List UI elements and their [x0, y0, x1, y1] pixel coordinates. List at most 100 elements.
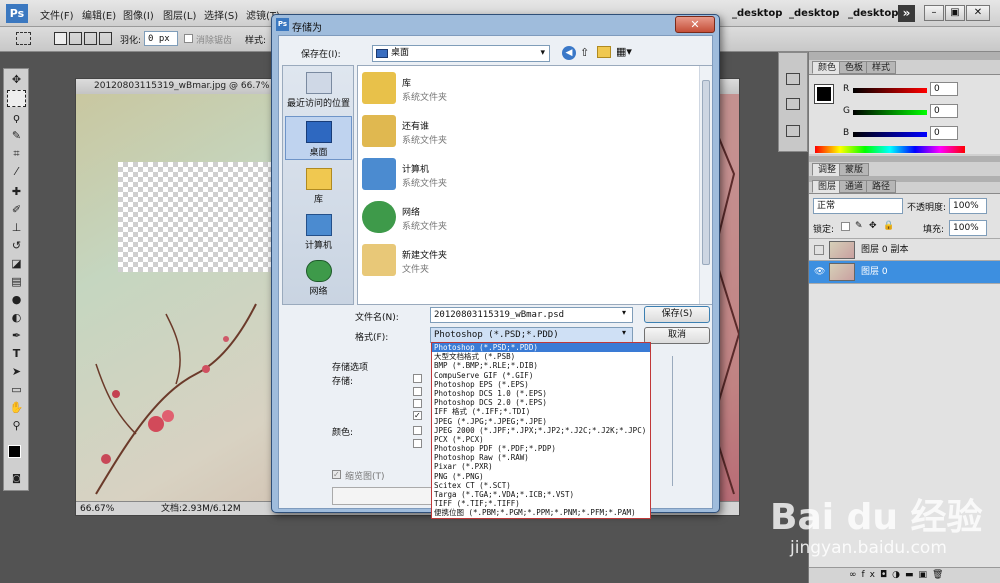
lock-transparency-icon[interactable]	[841, 222, 850, 231]
format-option[interactable]: 便携位图 (*.PBM;*.PGM;*.PPM;*.PNM;*.PFM;*.PA…	[432, 508, 650, 517]
format-option[interactable]: Photoshop DCS 2.0 (*.EPS)	[432, 398, 650, 407]
color-option-checkbox[interactable]	[413, 426, 422, 435]
tab-adjustments[interactable]: 调整	[812, 163, 843, 176]
blue-slider[interactable]	[853, 132, 927, 137]
tab-styles[interactable]: 样式	[866, 61, 897, 74]
format-option[interactable]: BMP (*.BMP;*.RLE;*.DIB)	[432, 361, 650, 370]
new-folder-icon[interactable]	[597, 46, 611, 58]
green-value-input[interactable]: 0	[930, 104, 958, 118]
up-folder-icon[interactable]: ⇧	[580, 46, 589, 59]
place-recent[interactable]: 最近访问的位置	[285, 72, 352, 109]
adjustment-icon[interactable]: ◑	[892, 570, 905, 580]
format-option[interactable]: Pixar (*.PXR)	[432, 462, 650, 471]
gradient-tool-icon[interactable]: ▤	[7, 273, 26, 290]
marquee-tool-icon[interactable]	[7, 90, 26, 107]
place-desktop[interactable]: 桌面	[285, 116, 352, 160]
shape-tool-icon[interactable]: ▭	[7, 381, 26, 398]
restore-button[interactable]: ▣	[945, 5, 965, 21]
format-option[interactable]: Scitex CT (*.SCT)	[432, 481, 650, 490]
move-tool-icon[interactable]: ✥	[7, 71, 26, 88]
brushes-panel-icon[interactable]	[786, 125, 800, 137]
save-button[interactable]: 保存(S)	[644, 306, 710, 323]
path-select-tool-icon[interactable]: ➤	[7, 363, 26, 380]
history-brush-tool-icon[interactable]: ↺	[7, 237, 26, 254]
dodge-tool-icon[interactable]: ◐	[7, 309, 26, 326]
chevron-down-icon[interactable]: ▾	[622, 308, 626, 317]
layers-checkbox[interactable]: ✓	[413, 411, 422, 420]
blur-tool-icon[interactable]: ●	[7, 291, 26, 308]
history-panel-icon[interactable]	[786, 73, 800, 85]
format-option[interactable]: JPEG 2000 (*.JPF;*.JPX;*.JP2;*.J2C;*.J2K…	[432, 426, 650, 435]
color-option-checkbox[interactable]	[413, 439, 422, 448]
layer-row[interactable]: 图层 0 副本	[809, 238, 1000, 261]
format-select[interactable]: Photoshop (*.PSD;*.PDD)	[430, 327, 633, 343]
blend-mode-select[interactable]: 正常	[813, 198, 903, 214]
list-item[interactable]: 库 系统文件夹	[362, 68, 692, 110]
place-computer[interactable]: 计算机	[285, 214, 352, 251]
new-layer-icon[interactable]: ▣	[919, 570, 933, 580]
group-icon[interactable]: ▬	[905, 570, 919, 580]
store-option-checkbox[interactable]	[413, 374, 422, 383]
document-info[interactable]: 文档:2.93M/6.12M	[161, 502, 241, 516]
menu-image[interactable]: 图像(I)	[123, 7, 154, 22]
actions-panel-icon[interactable]	[786, 98, 800, 110]
blue-value-input[interactable]: 0	[930, 126, 958, 140]
healing-tool-icon[interactable]: ✚	[7, 183, 26, 200]
thumbnail-checkbox[interactable]: ✓	[332, 470, 341, 479]
format-option[interactable]: Photoshop (*.PSD;*.PDD)	[432, 343, 650, 353]
list-item[interactable]: 计算机 系统文件夹	[362, 154, 692, 196]
scrollbar-thumb[interactable]	[702, 80, 710, 265]
zoom-level[interactable]: 66.67%	[80, 502, 114, 516]
tab-masks[interactable]: 蒙版	[839, 163, 870, 176]
link-layers-icon[interactable]: ∞	[849, 570, 862, 580]
format-option[interactable]: Photoshop EPS (*.EPS)	[432, 380, 650, 389]
place-library[interactable]: 库	[285, 168, 352, 205]
stamp-tool-icon[interactable]: ⊥	[7, 219, 26, 236]
fx-icon[interactable]: fx	[862, 570, 881, 580]
format-option[interactable]: 大型文档格式 (*.PSB)	[432, 352, 650, 361]
tab-paths[interactable]: 路径	[866, 180, 897, 193]
opacity-input[interactable]: 100%	[949, 198, 987, 214]
view-menu-icon[interactable]: ▦▾	[616, 45, 632, 58]
hand-tool-icon[interactable]: ✋	[7, 399, 26, 416]
back-icon[interactable]: ◀	[562, 46, 576, 60]
format-option[interactable]: Photoshop Raw (*.RAW)	[432, 453, 650, 462]
red-value-input[interactable]: 0	[930, 82, 958, 96]
antialias-checkbox[interactable]	[184, 34, 193, 43]
store-option-checkbox[interactable]	[413, 387, 422, 396]
eraser-tool-icon[interactable]: ◪	[7, 255, 26, 272]
tab-color[interactable]: 颜色	[812, 61, 843, 74]
workspace-button-3[interactable]: _desktop	[842, 5, 904, 22]
format-option[interactable]: Targa (*.TGA;*.VDA;*.ICB;*.VST)	[432, 490, 650, 499]
eyedropper-tool-icon[interactable]: ⁄	[7, 163, 26, 180]
close-app-button[interactable]: ✕	[966, 5, 990, 21]
tab-layers[interactable]: 图层	[812, 180, 843, 193]
workspace-button-1[interactable]: _desktop	[726, 5, 788, 22]
filename-input[interactable]: 20120803115319_wBmar.psd	[430, 307, 633, 323]
visibility-toggle[interactable]	[814, 245, 824, 255]
menu-file[interactable]: 文件(F)	[40, 7, 74, 22]
format-option[interactable]: Photoshop PDF (*.PDF;*.PDP)	[432, 444, 650, 453]
menu-select[interactable]: 选择(S)	[204, 7, 238, 22]
mask-icon[interactable]: ◘	[880, 570, 892, 580]
red-slider[interactable]	[853, 88, 927, 93]
list-item[interactable]: 还有谁 系统文件夹	[362, 111, 692, 153]
file-list-scrollbar[interactable]	[699, 66, 712, 304]
format-option[interactable]: JPEG (*.JPG;*.JPEG;*.JPE)	[432, 417, 650, 426]
lock-move-icon[interactable]: ✥	[869, 221, 877, 231]
color-ramp[interactable]	[815, 146, 965, 153]
lock-paint-icon[interactable]: ✎	[855, 221, 863, 231]
lasso-tool-icon[interactable]: ϙ	[7, 109, 26, 126]
feather-input[interactable]: 0 px	[144, 31, 178, 46]
dialog-close-button[interactable]: ✕	[675, 16, 715, 33]
workspace-button-2[interactable]: _desktop	[783, 5, 845, 22]
eye-icon[interactable]: 👁	[814, 267, 825, 277]
format-option[interactable]: PNG (*.PNG)	[432, 472, 650, 481]
cancel-button[interactable]: 取消	[644, 327, 710, 344]
pen-tool-icon[interactable]: ✒	[7, 327, 26, 344]
menu-layer[interactable]: 图层(L)	[163, 7, 196, 22]
tab-swatches[interactable]: 色板	[839, 61, 870, 74]
workspace-overflow-button[interactable]: »	[898, 5, 915, 22]
format-option[interactable]: Photoshop DCS 1.0 (*.EPS)	[432, 389, 650, 398]
minimize-button[interactable]: –	[924, 5, 944, 21]
